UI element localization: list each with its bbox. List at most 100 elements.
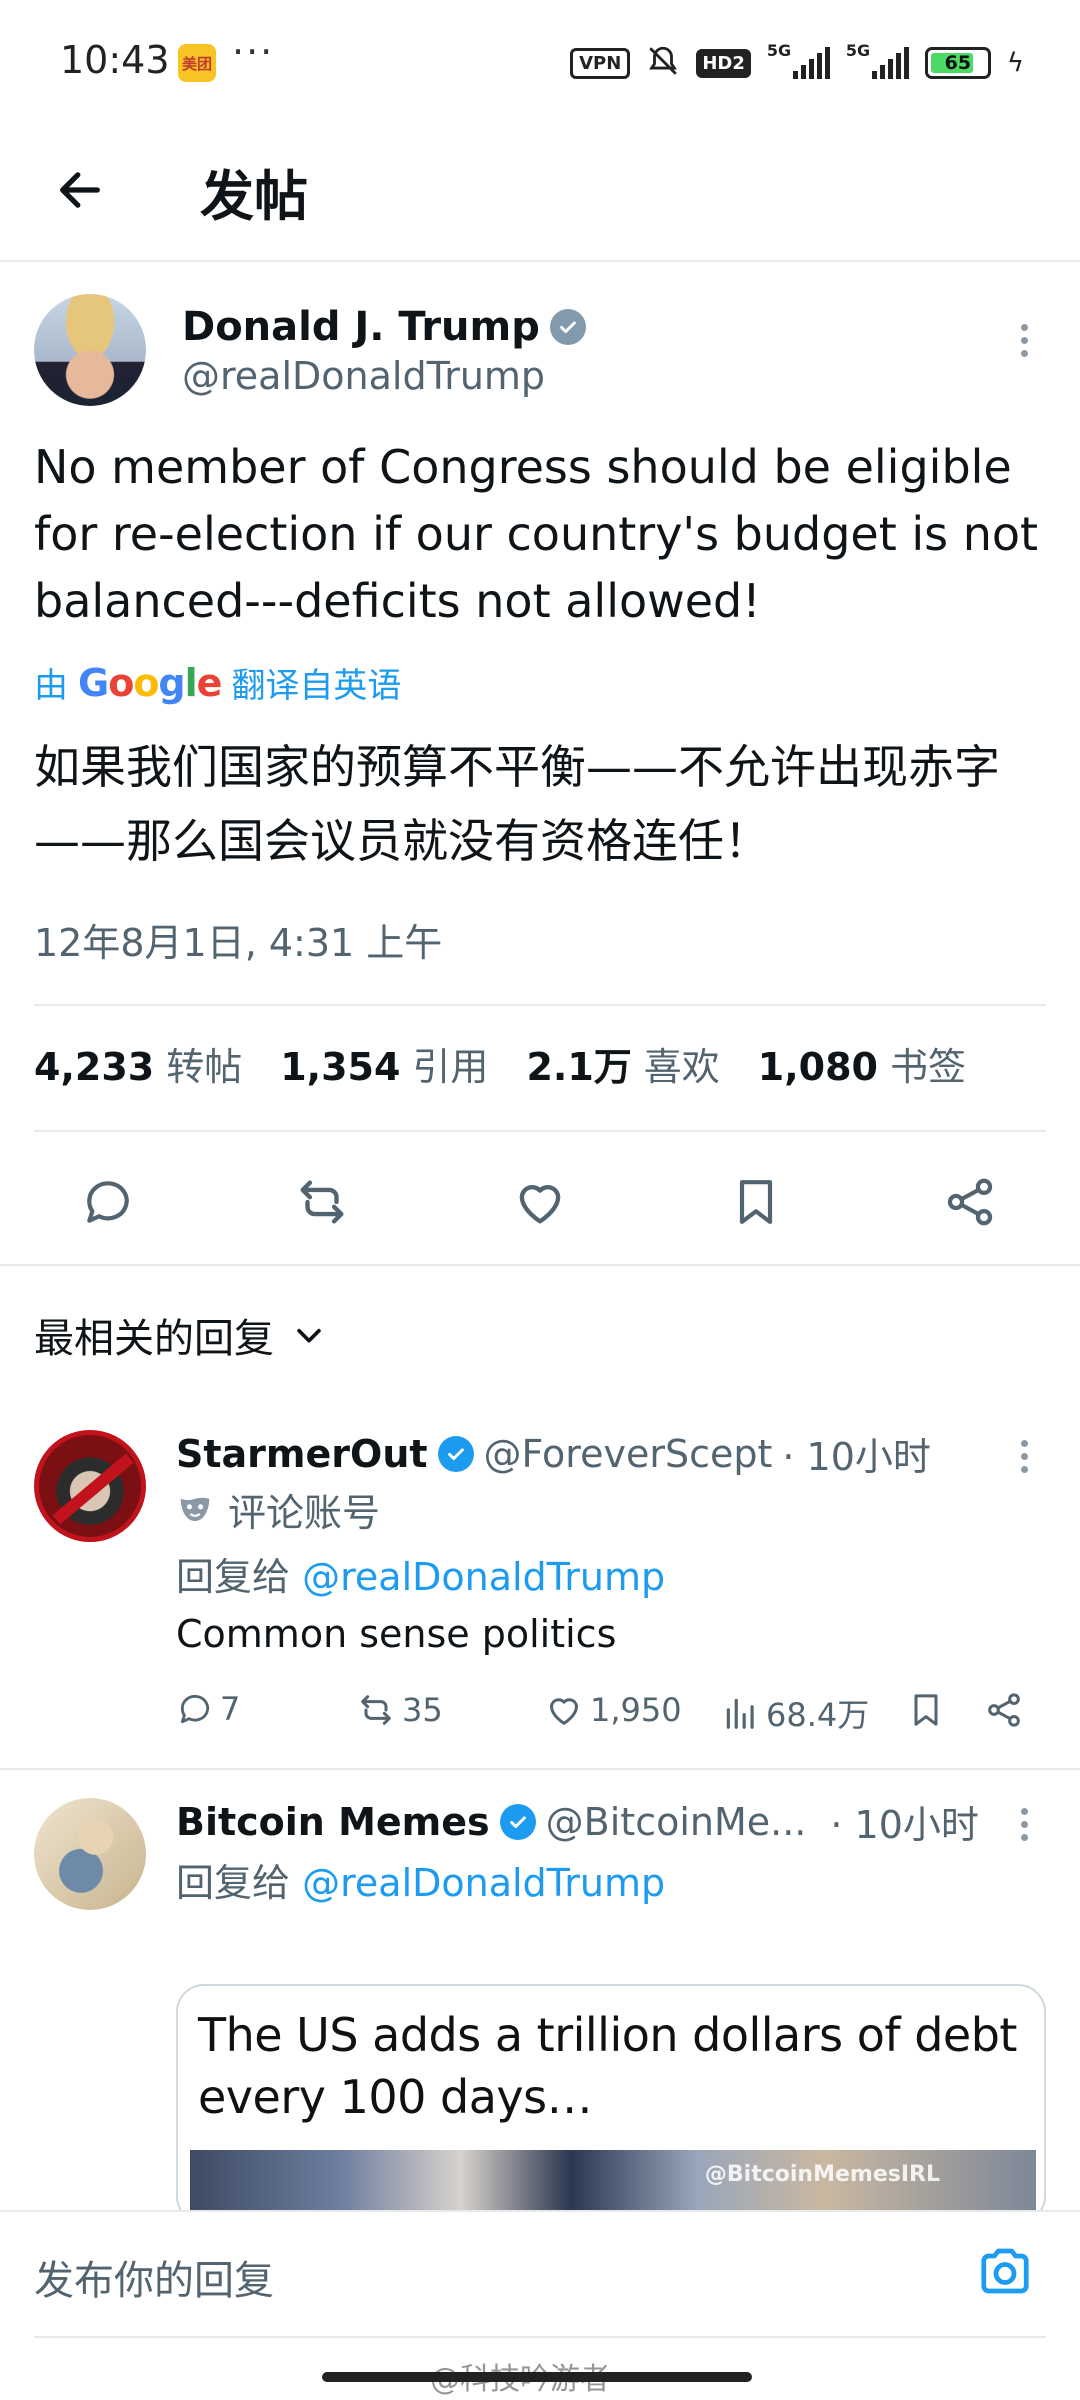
author-name-row[interactable]: Donald J. Trump bbox=[182, 304, 586, 350]
stat-value: 2.1万 bbox=[526, 1045, 632, 1089]
divider bbox=[34, 1130, 1046, 1132]
tweet-stats: 4,233 转帖 1,354 引用 2.1万 喜欢 1,080 书签 bbox=[34, 1036, 1004, 1091]
reply-retweet-button[interactable]: 35 bbox=[356, 1690, 443, 1730]
share-icon bbox=[988, 1693, 1020, 1727]
comment-count: 7 bbox=[220, 1690, 241, 1728]
battery-level: 65 bbox=[944, 52, 972, 74]
google-logo-icon: Google bbox=[78, 660, 222, 705]
reply-views-button[interactable]: 68.4万 bbox=[722, 1690, 869, 1736]
more-options-icon[interactable] bbox=[1004, 1794, 1044, 1854]
compose-divider bbox=[34, 2336, 1046, 2338]
replies-sort-dropdown[interactable]: 最相关的回复 bbox=[34, 1306, 326, 1364]
more-options-icon[interactable] bbox=[1004, 310, 1044, 370]
author-handle[interactable]: @realDonaldTrump bbox=[182, 354, 545, 398]
comment-icon bbox=[180, 1694, 210, 1724]
stat-quotes[interactable]: 1,354 引用 bbox=[280, 1036, 488, 1091]
reply-author-handle[interactable]: @ForeverScept bbox=[484, 1432, 773, 1476]
meituan-app-icon: 美团 bbox=[178, 44, 216, 82]
like-count: 1,950 bbox=[590, 1691, 682, 1729]
reply-author-handle[interactable]: @BitcoinMe... bbox=[546, 1800, 807, 1844]
reply-mention-link[interactable]: @realDonaldTrump bbox=[302, 1861, 665, 1905]
reply-time: · 10小时 bbox=[830, 1803, 979, 1847]
reply-to-prefix: 回复给 bbox=[176, 1861, 291, 1905]
battery-icon: 65 bbox=[924, 47, 991, 79]
vpn-icon: VPN bbox=[570, 47, 631, 79]
page-title: 发帖 bbox=[200, 165, 308, 228]
reply-compose-bar: 发布你的回复 bbox=[0, 2210, 1080, 2328]
reply-to-line: 回复给 @realDonaldTrump bbox=[176, 1852, 665, 1907]
stat-label: 引用 bbox=[412, 1045, 489, 1089]
retweet-icon bbox=[300, 1180, 344, 1224]
author-avatar[interactable] bbox=[34, 294, 146, 406]
camera-button[interactable] bbox=[970, 2236, 1040, 2306]
reply-bookmark-button[interactable] bbox=[906, 1690, 946, 1730]
translation-attribution[interactable]: 由 Google 翻译自英语 bbox=[34, 658, 401, 707]
translate-suffix: 翻译自英语 bbox=[231, 666, 402, 706]
arrow-left-icon bbox=[60, 172, 100, 208]
share-icon bbox=[947, 1178, 993, 1226]
more-options-icon[interactable] bbox=[1004, 1426, 1044, 1486]
reply-avatar[interactable] bbox=[34, 1798, 146, 1910]
reply-like-button[interactable]: 1,950 bbox=[544, 1690, 682, 1730]
status-indicators: VPN HD2 5G 5G 65 ϟ bbox=[570, 41, 1024, 82]
reply-time: · 10小时 bbox=[782, 1435, 931, 1479]
stat-likes[interactable]: 2.1万 喜欢 bbox=[526, 1036, 719, 1091]
signal-1-label: 5G bbox=[766, 41, 792, 60]
status-time: 10:43 bbox=[60, 38, 170, 82]
divider bbox=[0, 1768, 1080, 1770]
translate-prefix: 由 bbox=[34, 666, 68, 706]
tweet-actions bbox=[0, 1152, 1080, 1248]
retweet-button[interactable] bbox=[292, 1172, 352, 1232]
camera-icon bbox=[981, 2248, 1029, 2294]
media-caption: The US adds a trillion dollars of debt e… bbox=[198, 2008, 1017, 2124]
reply-media-card[interactable]: The US adds a trillion dollars of debt e… bbox=[176, 1984, 1046, 2224]
signal-icon-1: 5G bbox=[767, 41, 830, 79]
reply-comment-button[interactable]: 7 bbox=[176, 1690, 240, 1728]
tweet-timestamp[interactable]: 12年8月1日, 4:31 上午 bbox=[34, 912, 442, 967]
verified-badge-icon bbox=[499, 1803, 536, 1840]
chevron-down-icon bbox=[297, 1328, 321, 1343]
divider bbox=[0, 1264, 1080, 1266]
reply-input[interactable]: 发布你的回复 bbox=[34, 2248, 274, 2306]
reply-share-button[interactable] bbox=[984, 1690, 1024, 1730]
heart-icon bbox=[550, 1698, 578, 1725]
replies-sort-label: 最相关的回复 bbox=[34, 1316, 274, 1362]
stat-value: 1,354 bbox=[280, 1045, 401, 1089]
media-watermark: @BitcoinMemesIRL bbox=[704, 2162, 940, 2187]
divider bbox=[34, 1004, 1046, 1006]
verified-badge-icon bbox=[549, 309, 586, 345]
verified-badge-icon bbox=[437, 1435, 474, 1472]
share-button[interactable] bbox=[940, 1172, 1000, 1232]
view-count: 68.4万 bbox=[766, 1696, 870, 1734]
back-button[interactable] bbox=[48, 158, 112, 222]
reply-mention-link[interactable]: @realDonaldTrump bbox=[302, 1555, 665, 1599]
home-indicator[interactable] bbox=[322, 2372, 752, 2382]
reply-name-row: Bitcoin Memes @BitcoinMe... · 10小时 bbox=[176, 1794, 979, 1849]
stat-retweets[interactable]: 4,233 转帖 bbox=[34, 1036, 242, 1091]
like-button[interactable] bbox=[510, 1172, 570, 1232]
stat-value: 4,233 bbox=[34, 1045, 155, 1089]
retweet-count: 35 bbox=[402, 1691, 443, 1729]
bookmark-icon bbox=[914, 1694, 938, 1726]
reply-to-prefix: 回复给 bbox=[176, 1555, 291, 1599]
views-chart-icon bbox=[726, 1698, 754, 1729]
reply-author-name[interactable]: StarmerOut bbox=[176, 1432, 428, 1476]
bookmark-icon bbox=[739, 1180, 773, 1224]
reply-name-row: StarmerOut @ForeverScept · 10小时 bbox=[176, 1426, 931, 1481]
reply-text: Common sense politics bbox=[176, 1612, 617, 1656]
app-header: 发帖 bbox=[0, 120, 1080, 262]
stat-bookmarks[interactable]: 1,080 书签 bbox=[758, 1036, 966, 1091]
retweet-icon bbox=[361, 1695, 391, 1725]
reply-avatar[interactable] bbox=[34, 1430, 146, 1542]
comment-icon bbox=[87, 1181, 129, 1223]
more-notifications-icon: ··· bbox=[232, 30, 275, 74]
author-name[interactable]: Donald J. Trump bbox=[182, 304, 540, 350]
reply-author-name[interactable]: Bitcoin Memes bbox=[176, 1800, 490, 1844]
bookmark-button[interactable] bbox=[726, 1172, 786, 1232]
mask-icon bbox=[180, 1497, 210, 1521]
stat-value: 1,080 bbox=[757, 1045, 878, 1089]
reply-button[interactable] bbox=[78, 1172, 138, 1232]
signal-icon-2: 5G bbox=[846, 41, 909, 79]
signal-2-label: 5G bbox=[845, 41, 871, 60]
reply-actions: 7 35 1,950 68.4万 bbox=[176, 1690, 1036, 1750]
